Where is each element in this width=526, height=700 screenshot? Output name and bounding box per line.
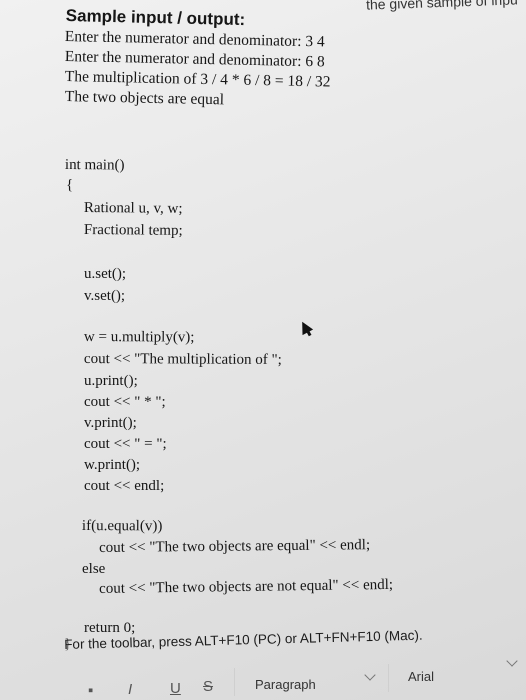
code-line: v.set(); bbox=[84, 288, 126, 304]
code-line: cout << "The multiplication of "; bbox=[83, 351, 282, 369]
code-line: cout << "The two objects are equal" << e… bbox=[99, 537, 371, 556]
code-line: int main() bbox=[64, 157, 125, 174]
toolbar-divider bbox=[234, 668, 235, 696]
question-page: the given sample of inpu Sample input / … bbox=[0, 0, 526, 700]
sample-io-heading: Sample input / output: bbox=[65, 6, 246, 30]
mouse-pointer-icon bbox=[296, 318, 314, 336]
code-line: { bbox=[66, 177, 74, 193]
code-line: if(u.equal(v)) bbox=[81, 518, 163, 535]
bold-icon[interactable]: ▪ bbox=[88, 682, 93, 699]
chevron-down-icon[interactable] bbox=[364, 669, 376, 681]
code-line: v.print(); bbox=[84, 415, 137, 431]
code-line: cout << " * "; bbox=[84, 394, 166, 410]
strikethrough-button[interactable]: S bbox=[203, 678, 213, 695]
editor-toolbar: ▪ I U S Paragraph Arial bbox=[0, 655, 526, 700]
font-select[interactable]: Arial bbox=[408, 669, 434, 684]
cut-off-header-text: the given sample of inpu bbox=[366, 0, 519, 13]
code-line: else bbox=[82, 561, 106, 577]
code-line: cout << endl; bbox=[84, 478, 165, 494]
toolbar-divider bbox=[388, 664, 389, 692]
code-line: Fractional temp; bbox=[83, 222, 183, 239]
code-line: w.print(); bbox=[84, 457, 141, 473]
code-line: Rational u, v, w; bbox=[83, 200, 183, 217]
code-line: u.set(); bbox=[84, 266, 127, 282]
code-line: cout << "The two objects are not equal" … bbox=[99, 576, 394, 597]
code-line: u.print(); bbox=[84, 373, 138, 389]
underline-button[interactable]: U bbox=[170, 680, 181, 697]
chevron-down-icon[interactable] bbox=[506, 655, 518, 667]
sample-line: The two objects are equal bbox=[64, 88, 225, 109]
code-line: cout << " = "; bbox=[84, 436, 167, 452]
code-line: w = u.multiply(v); bbox=[83, 329, 195, 346]
paragraph-select[interactable]: Paragraph bbox=[255, 677, 316, 692]
italic-button[interactable]: I bbox=[128, 681, 132, 698]
